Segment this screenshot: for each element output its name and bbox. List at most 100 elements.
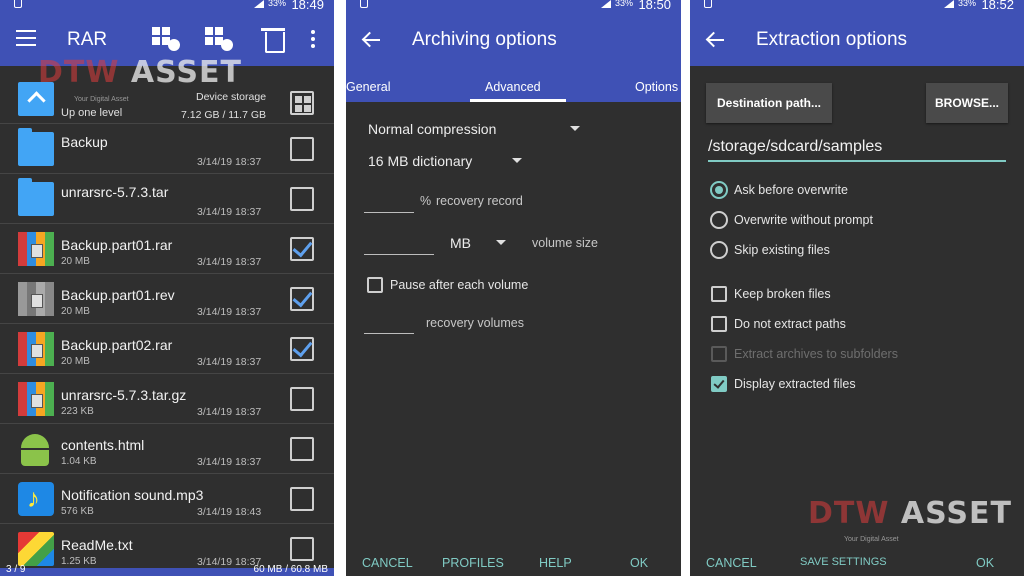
- status-time: 18:49: [291, 0, 324, 12]
- destination-path-button[interactable]: Destination path...: [706, 83, 832, 123]
- signal-icon: [944, 0, 954, 10]
- file-date: 3/14/19 18:37: [197, 356, 262, 368]
- recovery-record-unit: %: [420, 194, 432, 208]
- ok-button[interactable]: OK: [630, 556, 648, 570]
- add-to-archive-icon[interactable]: [151, 26, 181, 52]
- file-date: 3/14/19 18:37: [197, 156, 262, 168]
- option-checkbox-label: Do not extract paths: [734, 317, 846, 331]
- overwrite-radio-label: Skip existing files: [734, 243, 830, 257]
- file-select-checkbox[interactable]: [290, 237, 314, 261]
- storage-value: 7.12 GB / 11.7 GB: [181, 109, 267, 121]
- back-arrow-icon[interactable]: [360, 28, 384, 52]
- file-select-checkbox[interactable]: [290, 187, 314, 211]
- compression-select[interactable]: Normal compression: [368, 121, 496, 137]
- file-row[interactable]: Notification sound.mp3 576 KB 3/14/19 18:4…: [0, 474, 334, 524]
- dictionary-select[interactable]: 16 MB dictionary: [368, 153, 472, 169]
- file-size: 1.04 KB: [61, 456, 97, 467]
- up-one-level-label: Up one level: [61, 107, 123, 119]
- status-time: 18:50: [638, 0, 671, 12]
- option-checkbox[interactable]: [711, 316, 727, 332]
- back-arrow-icon[interactable]: [704, 28, 728, 52]
- save-settings-button[interactable]: SAVE SETTINGS: [800, 556, 887, 568]
- battery-percent: 33%: [267, 0, 286, 8]
- menu-icon[interactable]: [16, 30, 36, 46]
- volume-size-input[interactable]: [364, 254, 434, 255]
- file-size: 20 MB: [61, 356, 90, 367]
- app-bar: Archiving options: [346, 12, 681, 66]
- file-select-checkbox[interactable]: [290, 537, 314, 561]
- file-row[interactable]: contents.html 1.04 KB 3/14/19 18:37: [0, 424, 334, 474]
- dictionary-dropdown-icon[interactable]: [512, 158, 522, 163]
- file-date: 3/14/19 18:37: [197, 206, 262, 218]
- archiving-options-panel: 33% 18:50 Archiving options General Adva…: [346, 0, 681, 576]
- option-checkbox-label: Keep broken files: [734, 287, 831, 301]
- file-select-checkbox[interactable]: [290, 287, 314, 311]
- music-icon: [18, 482, 54, 516]
- file-row[interactable]: Backup.part01.rev 20 MB 3/14/19 18:37: [0, 274, 334, 324]
- file-row[interactable]: Backup 3/14/19 18:37: [0, 124, 334, 174]
- viewer-icon: [18, 532, 54, 566]
- delete-icon[interactable]: [259, 26, 289, 53]
- recovery-record-input[interactable]: [364, 212, 414, 213]
- folder-icon: [18, 128, 54, 166]
- tab-options[interactable]: Options: [635, 80, 678, 94]
- file-date: 3/14/19 18:37: [197, 406, 262, 418]
- file-row[interactable]: unrarsrc-5.7.3.tar.gz 223 KB 3/14/19 18:37: [0, 374, 334, 424]
- volume-size-label: volume size: [532, 236, 598, 250]
- view-mode-icon[interactable]: [290, 91, 314, 115]
- file-name: unrarsrc-5.7.3.tar.gz: [61, 387, 187, 403]
- tab-bar: General Advanced Options: [346, 66, 681, 102]
- extract-archive-icon[interactable]: [204, 26, 234, 52]
- file-date: 3/14/19 18:37: [197, 306, 262, 318]
- volume-unit-select[interactable]: MB: [450, 235, 471, 251]
- option-checkbox[interactable]: [711, 376, 727, 392]
- file-name: contents.html: [61, 437, 145, 453]
- help-button[interactable]: HELP: [539, 556, 572, 570]
- battery-percent: 33%: [614, 0, 633, 8]
- overwrite-radio[interactable]: [710, 181, 728, 199]
- recovery-volumes-input[interactable]: [364, 333, 414, 334]
- active-tab-indicator: [470, 99, 566, 102]
- file-name: unrarsrc-5.7.3.tar: [61, 184, 169, 200]
- file-name: Backup.part02.rar: [61, 337, 173, 353]
- cancel-button[interactable]: CANCEL: [706, 556, 757, 570]
- file-select-checkbox[interactable]: [290, 487, 314, 511]
- selection-footer: 3 / 9 60 MB / 60.8 MB: [0, 564, 334, 576]
- status-time: 18:52: [981, 0, 1014, 12]
- selection-count: 3 / 9: [6, 564, 26, 575]
- storage-label: Device storage: [196, 91, 267, 103]
- browse-button[interactable]: BROWSE...: [926, 83, 1008, 123]
- cancel-button[interactable]: CANCEL: [362, 556, 413, 570]
- file-row[interactable]: unrarsrc-5.7.3.tar 3/14/19 18:37: [0, 174, 334, 224]
- option-checkbox: [711, 346, 727, 362]
- compression-dropdown-icon[interactable]: [570, 126, 580, 131]
- file-date: 3/14/19 18:37: [197, 256, 262, 268]
- tab-general[interactable]: General: [346, 80, 390, 94]
- overwrite-radio-label: Overwrite without prompt: [734, 213, 873, 227]
- overwrite-radio[interactable]: [710, 211, 728, 229]
- tab-advanced[interactable]: Advanced: [485, 80, 541, 94]
- page-title: Archiving options: [412, 29, 557, 50]
- overwrite-radio[interactable]: [710, 241, 728, 259]
- file-size: 20 MB: [61, 256, 90, 267]
- option-checkbox[interactable]: [711, 286, 727, 302]
- file-select-checkbox[interactable]: [290, 137, 314, 161]
- rar-archive-icon: [18, 332, 54, 366]
- more-options-icon[interactable]: [302, 26, 322, 52]
- file-name: ReadMe.txt: [61, 537, 133, 553]
- file-date: 3/14/19 18:43: [197, 506, 262, 518]
- file-row[interactable]: Backup.part02.rar 20 MB 3/14/19 18:37: [0, 324, 334, 374]
- ok-button[interactable]: OK: [976, 556, 994, 570]
- file-select-checkbox[interactable]: [290, 337, 314, 361]
- destination-path-input[interactable]: /storage/sdcard/samples: [708, 138, 882, 156]
- status-bar: 33% 18:49: [0, 0, 334, 12]
- profiles-button[interactable]: PROFILES: [442, 556, 504, 570]
- file-select-checkbox[interactable]: [290, 437, 314, 461]
- file-name: Backup: [61, 134, 108, 150]
- pause-after-volume-checkbox[interactable]: [367, 277, 383, 293]
- file-select-checkbox[interactable]: [290, 387, 314, 411]
- file-row[interactable]: Backup.part01.rar 20 MB 3/14/19 18:37: [0, 224, 334, 274]
- volume-unit-dropdown-icon[interactable]: [496, 240, 506, 245]
- file-size: 576 KB: [61, 506, 94, 517]
- file-name: Backup.part01.rar: [61, 237, 173, 253]
